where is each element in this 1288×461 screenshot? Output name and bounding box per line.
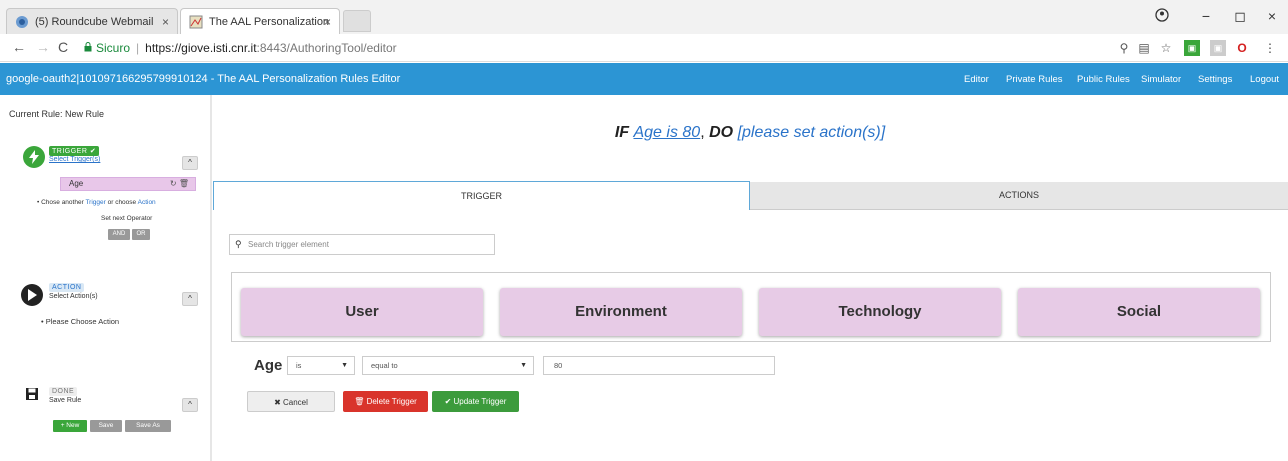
category-environment-button[interactable]: Environment — [500, 288, 742, 336]
opera-icon[interactable]: O — [1234, 40, 1250, 56]
do-keyword: DO — [709, 124, 734, 141]
browser-tab-aal[interactable]: The AAL Personalization × — [180, 8, 340, 34]
current-rule-label: Current Rule: New Rule — [9, 109, 105, 119]
close-window-button[interactable]: × — [1262, 8, 1282, 24]
maximize-button[interactable]: ◻ — [1230, 8, 1250, 25]
condition-label: Age — [254, 357, 283, 374]
chip-actions: ↻ 🗑 — [170, 178, 189, 190]
new-tab-button[interactable] — [343, 10, 371, 32]
chevron-down-icon: ▼ — [341, 362, 348, 369]
rule-comma: , — [700, 124, 705, 141]
trigger-badge: TRIGGER ✔ — [49, 146, 100, 156]
search-placeholder: Search trigger element — [248, 240, 329, 249]
collapse-trigger-button[interactable]: ^ — [182, 156, 198, 170]
rule-action-link[interactable]: [please set action(s)] — [738, 124, 886, 141]
app-title: google-oauth2|101097166295799910124 - Th… — [6, 73, 401, 85]
done-badge: DONE — [49, 387, 78, 396]
action-badge: ACTION — [49, 283, 85, 292]
tab-trigger[interactable]: TRIGGER — [213, 181, 750, 210]
collapse-action-button[interactable]: ^ — [182, 292, 198, 306]
nav-logout[interactable]: Logout — [1250, 74, 1279, 85]
menu-dots-icon[interactable]: ⋮ — [1262, 40, 1278, 56]
zoom-icon[interactable]: ⚲ — [1116, 40, 1132, 56]
or-operator-button[interactable]: OR — [132, 229, 150, 240]
rule-steps-sidebar: Current Rule: New Rule TRIGGER ✔ Select … — [0, 95, 212, 461]
profile-icon[interactable] — [1152, 8, 1172, 25]
nav-public-rules[interactable]: Public Rules — [1077, 74, 1130, 85]
url-separator: | — [136, 41, 140, 55]
reload-icon[interactable]: C — [58, 39, 68, 55]
app-header: google-oauth2|101097166295799910124 - Th… — [0, 63, 1288, 95]
operator-select[interactable]: is ▼ — [287, 356, 355, 375]
if-keyword: IF — [614, 124, 630, 141]
action-hint: • Please Choose Action — [41, 317, 120, 326]
lock-icon — [84, 41, 92, 55]
trigger-chip-label: Age — [69, 179, 84, 188]
lightning-icon — [23, 146, 45, 168]
floppy-disk-icon — [21, 383, 43, 405]
address-bar: ← → C Sicuro | https://giove.isti.cnr.it… — [0, 34, 1288, 62]
chevron-down-icon: ▼ — [520, 362, 527, 369]
refresh-icon[interactable]: ↻ — [170, 179, 177, 188]
star-icon[interactable]: ☆ — [1158, 40, 1174, 56]
save-button[interactable]: Save — [90, 420, 122, 432]
and-operator-button[interactable]: AND — [108, 229, 130, 240]
select-triggers-link[interactable]: Select Trigger(s) — [49, 156, 100, 163]
nav-settings[interactable]: Settings — [1198, 74, 1232, 85]
nav-private-rules[interactable]: Private Rules — [1006, 74, 1063, 85]
url-field[interactable]: Sicuro | https://giove.isti.cnr.it :8443… — [84, 38, 1184, 58]
search-icon: ⚲ — [235, 239, 242, 249]
extension-green-icon[interactable]: ▣ — [1184, 40, 1200, 56]
close-icon[interactable]: × — [162, 15, 169, 29]
extension-grey-icon[interactable]: ▣ — [1210, 40, 1226, 56]
rule-summary: IF Age is 80, DO [please set action(s)] — [212, 124, 1288, 142]
save-as-button[interactable]: Save As — [125, 420, 171, 432]
tab-actions[interactable]: ACTIONS — [750, 182, 1288, 210]
roundcube-icon — [15, 15, 29, 29]
tab-title: The AAL Personalization — [209, 15, 330, 28]
update-trigger-button[interactable]: ✔ Update Trigger — [432, 391, 519, 412]
rule-condition-link[interactable]: Age is 80 — [633, 124, 700, 141]
category-social-button[interactable]: Social — [1018, 288, 1260, 336]
new-rule-button[interactable]: + New — [53, 420, 87, 432]
search-trigger-input[interactable]: ⚲ Search trigger element — [229, 234, 495, 255]
save-rule-label: Save Rule — [49, 397, 82, 404]
trigger-link[interactable]: Trigger — [85, 199, 105, 206]
back-arrow-icon[interactable]: ← — [12, 39, 26, 55]
comparison-value: equal to — [371, 361, 398, 370]
forward-arrow-icon[interactable]: → — [36, 39, 50, 55]
nav-simulator[interactable]: Simulator — [1141, 74, 1181, 85]
url-path: :8443/AuthoringTool/editor — [256, 41, 397, 55]
operator-label: Set next Operator — [101, 215, 153, 222]
translate-icon[interactable]: ▤ — [1136, 40, 1152, 56]
category-user-button[interactable]: User — [241, 288, 483, 336]
browser-tab-bar: (5) Roundcube Webmail × The AAL Personal… — [0, 0, 1288, 34]
collapse-done-button[interactable]: ^ — [182, 398, 198, 412]
trigger-hint: • Chose another Trigger or choose Action — [37, 199, 156, 206]
trash-icon[interactable]: 🗑 — [179, 179, 189, 188]
operator-value: is — [296, 361, 302, 370]
app-favicon-icon — [189, 15, 203, 29]
nav-editor[interactable]: Editor — [964, 74, 989, 85]
cancel-button[interactable]: ✖ Cancel — [247, 391, 335, 412]
browser-tab-webmail[interactable]: (5) Roundcube Webmail × — [6, 8, 178, 34]
close-icon[interactable]: × — [324, 15, 331, 29]
category-technology-button[interactable]: Technology — [759, 288, 1001, 336]
action-link[interactable]: Action — [138, 199, 156, 206]
value-input[interactable]: 80 — [543, 356, 775, 375]
tab-title: (5) Roundcube Webmail — [35, 15, 154, 28]
selected-trigger-chip[interactable]: Age ↻ 🗑 — [60, 177, 196, 191]
delete-trigger-button[interactable]: 🗑 Delete Trigger — [343, 391, 428, 412]
secure-label: Sicuro — [96, 41, 131, 55]
select-actions-label: Select Action(s) — [49, 293, 98, 300]
minimize-button[interactable]: − — [1196, 8, 1216, 24]
play-icon — [21, 284, 43, 306]
url-host: https://giove.isti.cnr.it — [145, 41, 257, 55]
comparison-select[interactable]: equal to ▼ — [362, 356, 534, 375]
